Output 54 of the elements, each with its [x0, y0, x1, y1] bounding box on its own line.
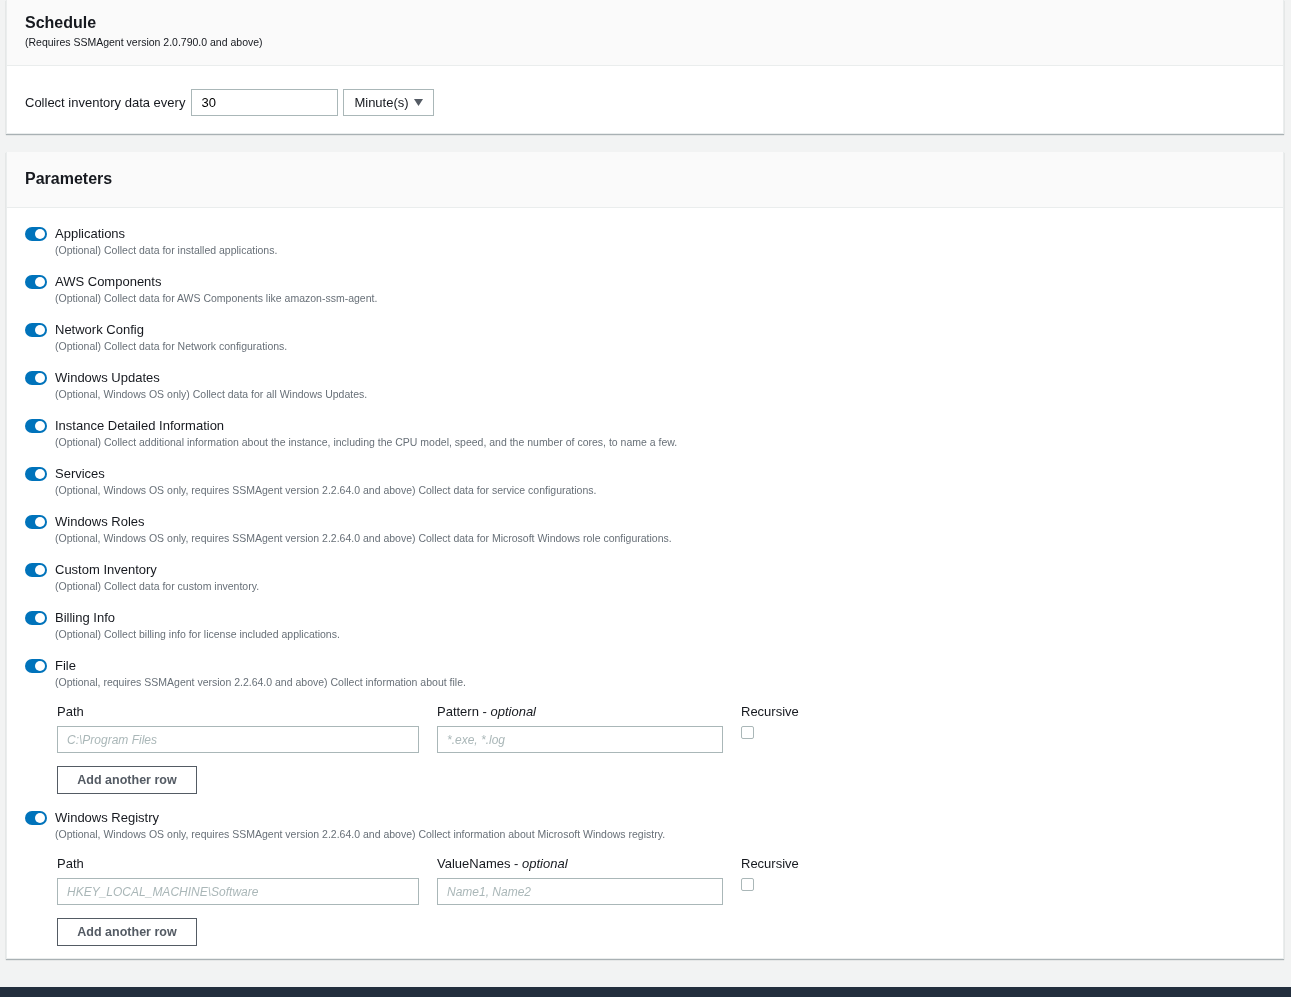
text-input[interactable]: C:\Program Files: [57, 726, 419, 753]
parameter-description: (Optional, Windows OS only, requires SSMAgent version 2.2.64.0 and above) Collect information about Microsoft Windows registry.: [55, 827, 666, 842]
parameter-description: (Optional) Collect data for AWS Components like amazon-ssm-agent.: [55, 291, 378, 306]
parameter-description: (Optional) Collect billing info for license included applications.: [55, 627, 340, 642]
parameter-description: (Optional) Collect data for installed applications.: [55, 243, 278, 258]
parameter-description: (Optional) Collect additional information about the instance, including the CPU model, speed, and the number of cores, to name a few.: [55, 435, 678, 450]
parameter-label: Billing Info: [55, 610, 116, 626]
toggle-switch[interactable]: [25, 811, 47, 825]
toggle-switch[interactable]: [25, 611, 47, 625]
interval-input[interactable]: 30: [191, 89, 339, 116]
parameter-label: Windows Registry: [55, 810, 161, 826]
parameter-description: (Optional, Windows OS only) Collect data for all Windows Updates.: [55, 387, 368, 402]
section-subtitle: (Requires SSMAgent version 2.0.790.0 and above): [25, 36, 264, 48]
parameter-label: Applications: [55, 226, 127, 242]
parameter-label: Windows Updates: [55, 370, 161, 386]
toggle-switch[interactable]: [25, 563, 47, 577]
add-row-button[interactable]: Add another row: [57, 766, 197, 794]
section-title: Parameters: [25, 169, 114, 189]
parameter-description: (Optional, Windows OS only, requires SSMAgent version 2.2.64.0 and above) Collect data for service configurations.: [55, 483, 597, 498]
toggle-switch[interactable]: [25, 659, 47, 673]
text-input[interactable]: HKEY_LOCAL_MACHINE\Software: [57, 878, 419, 905]
parameter-label: Instance Detailed Information: [55, 418, 226, 434]
toggle-switch[interactable]: [25, 275, 47, 289]
field-label: Recursive: [741, 704, 799, 720]
field-label: Pattern - optional: [437, 704, 537, 720]
checkbox[interactable]: [741, 726, 754, 739]
section-title: Schedule: [25, 13, 98, 33]
toggle-switch[interactable]: [25, 419, 47, 433]
parameter-description: (Optional, requires SSMAgent version 2.2.64.0 and above) Collect information about file.: [55, 675, 466, 690]
parameter-label: AWS Components: [55, 274, 163, 290]
text-input[interactable]: *.exe, *.log: [437, 726, 723, 753]
caret-icon: [413, 99, 423, 106]
parameter-description: (Optional) Collect data for custom inventory.: [55, 579, 260, 594]
toggle-switch[interactable]: [25, 323, 47, 337]
add-row-button[interactable]: Add another row: [57, 918, 197, 946]
parameter-label: Custom Inventory: [55, 562, 158, 578]
unit-dropdown[interactable]: Minute(s): [343, 89, 434, 116]
text-input[interactable]: Name1, Name2: [437, 878, 723, 905]
toggle-switch[interactable]: [25, 371, 47, 385]
toggle-switch[interactable]: [25, 515, 47, 529]
parameter-label: Services: [55, 466, 106, 482]
toggle-switch[interactable]: [25, 227, 47, 241]
parameter-label: File: [55, 658, 77, 674]
parameter-description: (Optional, Windows OS only, requires SSMAgent version 2.2.64.0 and above) Collect data for Microsoft Windows role configurations.: [55, 531, 672, 546]
parameter-description: (Optional) Collect data for Network configurations.: [55, 339, 288, 354]
field-label: Path: [57, 856, 85, 872]
parameter-label: Network Config: [55, 322, 145, 338]
checkbox[interactable]: [741, 878, 754, 891]
field-label: Recursive: [741, 856, 799, 872]
interval-label: Collect inventory data every: [25, 95, 186, 110]
field-label: ValueNames - optional: [437, 856, 569, 872]
field-label: Path: [57, 704, 85, 720]
toggle-switch[interactable]: [25, 467, 47, 481]
parameter-label: Windows Roles: [55, 514, 146, 530]
